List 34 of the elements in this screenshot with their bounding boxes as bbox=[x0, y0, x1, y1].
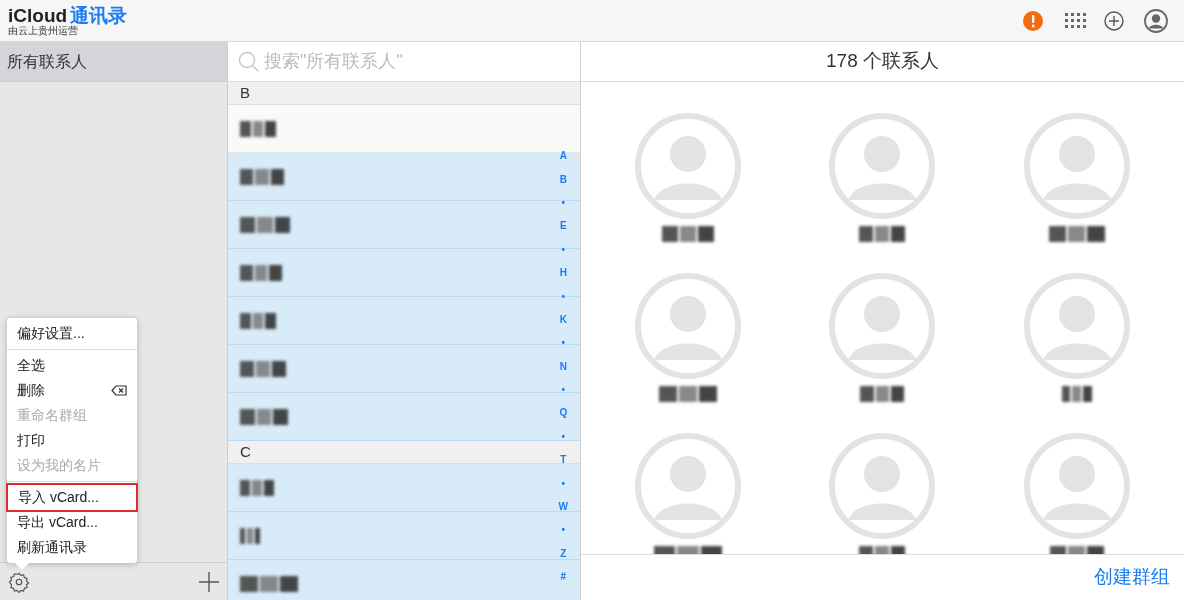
index-letter[interactable]: • bbox=[561, 331, 566, 355]
index-letter[interactable]: A bbox=[559, 144, 567, 168]
menu-item[interactable]: 导出 vCard... bbox=[7, 510, 137, 535]
menu-item[interactable]: 全选 bbox=[7, 353, 137, 378]
brand-name: iCloud bbox=[8, 5, 68, 25]
menu-item[interactable]: 打印 bbox=[7, 428, 137, 453]
group-item[interactable]: 所有联系人 bbox=[0, 42, 227, 82]
index-letter[interactable]: Z bbox=[560, 541, 567, 566]
index-letter[interactable]: N bbox=[559, 354, 567, 378]
index-letter[interactable]: • bbox=[561, 471, 566, 495]
index-letter[interactable]: Q bbox=[559, 401, 568, 425]
index-letter[interactable]: T bbox=[560, 448, 567, 472]
section-header: B bbox=[228, 82, 580, 105]
index-letter[interactable]: • bbox=[561, 518, 566, 542]
index-letter[interactable]: • bbox=[561, 190, 566, 215]
index-letter[interactable]: # bbox=[560, 565, 567, 589]
menu-item[interactable]: 刷新通讯录 bbox=[7, 535, 137, 560]
index-letter[interactable]: W bbox=[558, 494, 568, 519]
index-letter[interactable]: H bbox=[559, 260, 567, 285]
search-field[interactable]: 搜索"所有联系人" bbox=[264, 48, 570, 75]
index-letter[interactable]: • bbox=[561, 237, 566, 261]
operator-caption: 由云上贵州运营 bbox=[8, 25, 79, 36]
index-letter[interactable]: K bbox=[559, 307, 567, 332]
app-title: 通讯录 bbox=[70, 5, 128, 25]
detail-title: 178 个联系人 bbox=[581, 42, 1184, 82]
menu-item[interactable]: 偏好设置... bbox=[7, 321, 137, 346]
create-group-link[interactable]: 创建群组 bbox=[1094, 563, 1170, 592]
menu-item[interactable]: 导入 vCard... bbox=[8, 485, 136, 510]
index-letter[interactable]: B bbox=[559, 167, 567, 191]
index-letter[interactable]: • bbox=[561, 284, 566, 308]
index-letter[interactable]: • bbox=[561, 377, 566, 402]
index-letter[interactable]: E bbox=[559, 214, 567, 238]
index-letter[interactable]: • bbox=[561, 424, 566, 449]
menu-item[interactable]: 删除 bbox=[7, 378, 137, 403]
